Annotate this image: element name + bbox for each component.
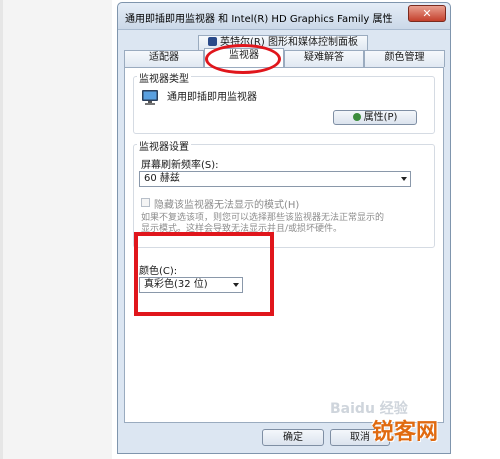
properties-button-label: 属性(P) — [363, 112, 398, 123]
window-title: 通用即插即用监视器 和 Intel(R) HD Graphics Family … — [125, 14, 393, 25]
intel-graphics-icon — [208, 37, 218, 46]
cancel-button-label: 取消 — [350, 432, 370, 443]
red-highlight-box — [134, 232, 274, 316]
tab-label: 适配器 — [149, 52, 179, 63]
refresh-rate-value: 60 赫兹 — [144, 173, 180, 184]
page-right-background — [454, 0, 500, 459]
tab-troubleshoot[interactable]: 疑难解答 — [284, 50, 364, 67]
ok-button-label: 确定 — [283, 432, 303, 443]
tab-row-bottom: 适配器 监视器 疑难解答 颜色管理 — [124, 48, 445, 67]
properties-dialog: 通用即插即用监视器 和 Intel(R) HD Graphics Family … — [117, 2, 451, 454]
tab-row-top: 英特尔(R) 图形和媒体控制面板 — [124, 35, 445, 50]
refresh-rate-label: 屏幕刷新频率(S): — [141, 160, 219, 171]
tab-color-management[interactable]: 颜色管理 — [364, 50, 445, 67]
hide-modes-label: 隐藏该监视器无法显示的模式(H) — [154, 200, 300, 211]
title-bar[interactable]: 通用即插即用监视器 和 Intel(R) HD Graphics Family … — [118, 3, 450, 30]
tab-label: 颜色管理 — [384, 52, 425, 63]
page-left-stripe — [0, 0, 3, 459]
tab-adapter[interactable]: 适配器 — [124, 50, 204, 67]
properties-button[interactable]: 属性(P) — [333, 110, 417, 125]
close-icon: ✕ — [422, 7, 432, 20]
hide-modes-checkbox[interactable] — [141, 198, 150, 207]
monitor-type-heading: 监视器类型 — [137, 70, 191, 85]
shield-icon — [352, 113, 361, 121]
red-highlight-oval — [205, 44, 281, 74]
ruike-watermark: 锐客网 — [372, 420, 439, 445]
ok-button[interactable]: 确定 — [262, 429, 324, 446]
monitor-device-name: 通用即插即用监视器 — [167, 92, 257, 103]
monitor-icon — [142, 90, 158, 105]
monitor-settings-heading: 监视器设置 — [137, 138, 191, 153]
refresh-rate-select[interactable]: 60 赫兹 — [139, 171, 411, 187]
page-left-background — [0, 0, 112, 459]
chevron-down-icon — [401, 177, 407, 181]
tab-label: 疑难解答 — [304, 52, 344, 63]
close-button[interactable]: ✕ — [408, 5, 446, 22]
